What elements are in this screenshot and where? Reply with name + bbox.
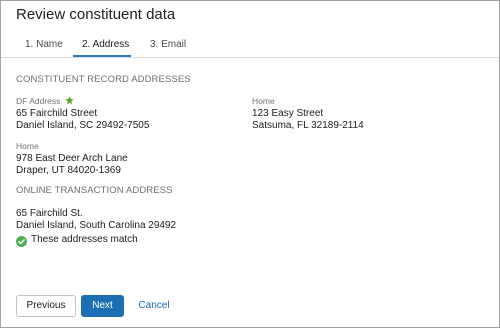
cancel-button[interactable]: Cancel bbox=[135, 295, 173, 317]
star-icon bbox=[65, 96, 74, 107]
transaction-address-line2: Daniel Island, South Carolina 29492 bbox=[16, 220, 177, 231]
review-constituent-dialog: Review constituent data 1. Name 2. Addre… bbox=[0, 0, 500, 328]
next-button[interactable]: Next bbox=[81, 295, 124, 317]
address-line2: Daniel Island, SC 29492-7505 bbox=[16, 120, 150, 131]
address-line2: Satsuma, FL 32189-2114 bbox=[252, 120, 364, 131]
address-label-text: DF Address bbox=[16, 96, 61, 106]
tab-email[interactable]: 3. Email bbox=[150, 39, 186, 50]
dialog-title: Review constituent data bbox=[16, 6, 176, 23]
tab-address[interactable]: 2. Address bbox=[82, 39, 129, 50]
address-line1: 123 Easy Street bbox=[252, 108, 324, 119]
tab-name[interactable]: 1. Name bbox=[25, 39, 63, 50]
active-tab-indicator bbox=[73, 55, 131, 57]
address-label-home: Home bbox=[252, 96, 275, 106]
address-label-df: DF Address bbox=[16, 96, 74, 107]
address-line2: Draper, UT 84020-1369 bbox=[16, 165, 121, 176]
dialog-footer: Previous Next Cancel bbox=[1, 279, 499, 327]
check-circle-icon bbox=[16, 234, 27, 247]
online-transaction-header: ONLINE TRANSACTION ADDRESS bbox=[16, 185, 173, 196]
constituent-addresses-header: CONSTITUENT RECORD ADDRESSES bbox=[16, 74, 191, 85]
previous-button[interactable]: Previous bbox=[16, 295, 76, 317]
address-line1: 978 East Deer Arch Lane bbox=[16, 153, 128, 164]
address-line1: 65 Fairchild Street bbox=[16, 108, 98, 119]
step-tabs: 1. Name 2. Address 3. Email bbox=[1, 31, 499, 58]
address-label-home: Home bbox=[16, 141, 39, 151]
transaction-address-line1: 65 Fairchild St. bbox=[16, 208, 83, 219]
match-text: These addresses match bbox=[31, 234, 138, 245]
